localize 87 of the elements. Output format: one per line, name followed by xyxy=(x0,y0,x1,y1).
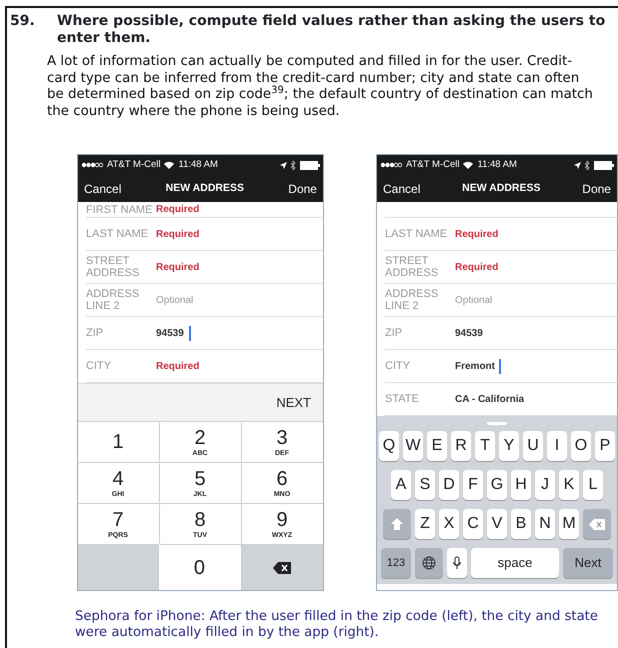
signal-icon xyxy=(81,162,103,168)
globe-key[interactable] xyxy=(415,548,443,578)
input-field[interactable]: 94539 xyxy=(455,326,486,340)
delete-icon xyxy=(272,562,291,574)
wifi-icon xyxy=(463,161,474,169)
keyboard-key[interactable]: L xyxy=(583,470,603,500)
status-time: 11:48 AM xyxy=(178,158,218,172)
bluetooth-icon xyxy=(291,160,296,170)
field-label: STATE xyxy=(385,393,420,405)
numbers-key[interactable]: 123 xyxy=(381,548,411,578)
next-button[interactable]: NEXT xyxy=(276,392,311,412)
figure-caption: Sephora for iPhone: After the user filled in the zip code (left), the city and state were automatically filled in by the app (right). xyxy=(75,609,598,641)
signal-icon xyxy=(380,162,402,168)
input-field[interactable]: Required xyxy=(156,358,206,374)
field-label: ADDRESS LINE 2 xyxy=(385,288,440,312)
carrier-name: AT&T M-Cell xyxy=(107,158,160,172)
delete-icon xyxy=(589,518,605,530)
input-field[interactable]: Required xyxy=(156,260,206,274)
keyboard-key[interactable]: K xyxy=(559,470,579,500)
field-label: CITY xyxy=(385,360,412,372)
keyboard-key[interactable]: S xyxy=(415,470,435,500)
field-label: ADDRESS LINE 2 xyxy=(86,288,140,312)
keyboard-key[interactable]: J xyxy=(535,470,555,500)
shift-arrow-icon xyxy=(391,518,403,530)
wifi-icon xyxy=(164,161,174,169)
battery-icon xyxy=(300,160,320,170)
field-label: ZIP xyxy=(385,327,404,339)
keyboard-key[interactable]: T xyxy=(475,431,495,461)
keyboard-key[interactable]: W xyxy=(403,431,423,461)
input-field[interactable]: 94539 xyxy=(156,326,190,340)
cancel-button[interactable]: Cancel xyxy=(383,180,420,198)
keyboard-key[interactable]: A xyxy=(391,470,411,500)
battery-icon xyxy=(594,160,614,170)
keyboard-key[interactable]: U xyxy=(523,431,543,461)
delete-key[interactable] xyxy=(240,545,323,590)
keyboard-key[interactable]: Z xyxy=(415,509,435,539)
next-key[interactable]: Next xyxy=(563,548,613,578)
keyboard-key[interactable]: H xyxy=(511,470,531,500)
location-icon xyxy=(280,162,287,168)
space-key[interactable]: space xyxy=(471,548,559,578)
keyboard-key[interactable]: G xyxy=(487,470,507,500)
carrier-name: AT&T M-Cell xyxy=(406,158,460,172)
drag-handle xyxy=(487,422,507,425)
keyboard-key[interactable]: Y xyxy=(499,431,519,461)
keyboard-key[interactable]: M xyxy=(559,509,579,539)
input-field[interactable]: Optional xyxy=(156,292,206,308)
globe-icon xyxy=(422,556,436,570)
field-label: CITY xyxy=(86,360,112,372)
keyboard-key[interactable]: C xyxy=(463,509,483,539)
keyboard-key[interactable]: P xyxy=(595,431,615,461)
done-button[interactable]: Done xyxy=(582,180,611,198)
keyboard-key[interactable]: N xyxy=(535,509,555,539)
input-field[interactable]: Optional xyxy=(455,292,504,308)
keyboard-key[interactable]: B xyxy=(511,509,531,539)
done-button[interactable]: Done xyxy=(288,180,317,198)
section-number: 59. xyxy=(10,13,36,31)
cancel-button[interactable]: Cancel xyxy=(84,180,122,198)
keyboard-key[interactable]: D xyxy=(439,470,459,500)
location-icon xyxy=(574,162,581,168)
keyboard-key[interactable]: F xyxy=(463,470,483,500)
keyboard-key[interactable]: V xyxy=(487,509,507,539)
screen-title: NEW ADDRESS xyxy=(166,180,244,196)
microphone-icon xyxy=(453,556,461,570)
field-label: ZIP xyxy=(86,327,104,339)
keyboard-key[interactable]: R xyxy=(451,431,471,461)
keyboard-key[interactable]: Q xyxy=(379,431,399,461)
input-field[interactable]: Required xyxy=(455,260,504,274)
input-field[interactable]: Required xyxy=(455,226,504,242)
field-label: LAST NAME xyxy=(86,228,150,240)
input-field[interactable]: Required xyxy=(156,226,206,242)
keyboard-key[interactable]: I xyxy=(547,431,567,461)
dictation-key[interactable] xyxy=(447,548,467,578)
status-time: 11:48 AM xyxy=(477,158,517,172)
input-field[interactable]: Required xyxy=(156,202,206,217)
screen-title: NEW ADDRESS xyxy=(462,180,541,196)
keyboard-key[interactable]: O xyxy=(571,431,591,461)
input-field[interactable]: Fremont xyxy=(455,358,502,374)
field-label: FIRST NAME xyxy=(86,204,154,216)
section-heading: Where possible, compute field values rather than asking the users to enter them. xyxy=(57,13,606,47)
field-label: STREET ADDRESS xyxy=(86,255,140,279)
field-label: LAST NAME xyxy=(385,228,448,240)
keyboard-key[interactable]: X xyxy=(439,509,459,539)
bluetooth-icon xyxy=(585,160,590,170)
body-paragraph: A lot of information can actually be computed and filled in for the user. Credit-card type can be inferred from the credit-card number; city and state can often be determined based on zip code$^{39}$; the default country of destination can match the country where the phone is being used. xyxy=(47,54,594,120)
keyboard-key[interactable]: E xyxy=(427,431,447,461)
field-label: STREET ADDRESS xyxy=(385,255,440,279)
input-field[interactable]: CA - California xyxy=(455,392,546,406)
